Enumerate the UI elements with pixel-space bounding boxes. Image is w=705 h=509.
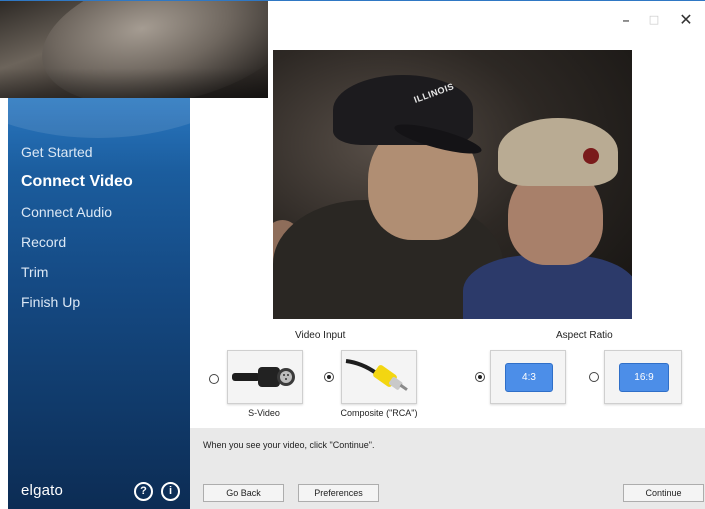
elgato-logo: elgato [21,482,64,499]
sidebar-nav: Get Started Connect Video Connect Audio … [21,144,133,324]
aspect-4-3-button[interactable]: 4:3 [490,350,566,404]
go-back-button[interactable]: Go Back [203,484,284,502]
video-input-label: Video Input [295,330,346,341]
sidebar-item-record[interactable]: Record [21,234,133,250]
composite-button[interactable] [341,350,417,404]
title-bar: – □ ✕ [268,1,705,41]
s-video-button[interactable] [227,350,303,404]
s-video-connector-icon [232,367,295,387]
aspect-ratio-label: Aspect Ratio [556,330,613,341]
rca-connector-icon [345,359,408,391]
aspect-16-9-radio[interactable] [589,372,599,382]
aspect-4-3-chip: 4:3 [505,363,553,392]
help-icon[interactable]: ? [134,482,153,501]
video-preview: ILLINOIS [273,50,632,319]
preview-figure [583,148,599,164]
sidebar-item-finish-up[interactable]: Finish Up [21,294,133,310]
sidebar-item-trim[interactable]: Trim [21,264,133,280]
composite-caption: Composite ("RCA") [340,408,418,418]
sidebar: Get Started Connect Video Connect Audio … [8,98,190,509]
aspect-16-9-button[interactable]: 16:9 [604,350,682,404]
footer-area: When you see your video, click "Continue… [190,428,705,509]
aspect-4-3-radio[interactable] [475,372,485,382]
desktop-background-photo [0,1,268,98]
main-panel: ILLINOIS Video Input S-Video Composite (… [190,41,705,509]
sidebar-item-get-started[interactable]: Get Started [21,144,133,160]
minimize-button[interactable]: – [611,9,641,31]
sidebar-item-connect-video[interactable]: Connect Video [21,174,133,190]
close-button[interactable]: ✕ [671,9,701,31]
help-buttons: ? i [134,482,180,501]
info-icon[interactable]: i [161,482,180,501]
preview-figure [498,118,618,186]
s-video-radio[interactable] [209,374,219,384]
composite-radio[interactable] [324,372,334,382]
aspect-16-9-chip: 16:9 [619,363,669,392]
continue-button[interactable]: Continue [623,484,704,502]
preferences-button[interactable]: Preferences [298,484,379,502]
app-window: – □ ✕ Get Started Connect Video Connect … [0,0,705,509]
instruction-text: When you see your video, click "Continue… [203,440,375,450]
maximize-button[interactable]: □ [639,9,669,31]
s-video-caption: S-Video [248,408,280,418]
sidebar-item-connect-audio[interactable]: Connect Audio [21,204,133,220]
